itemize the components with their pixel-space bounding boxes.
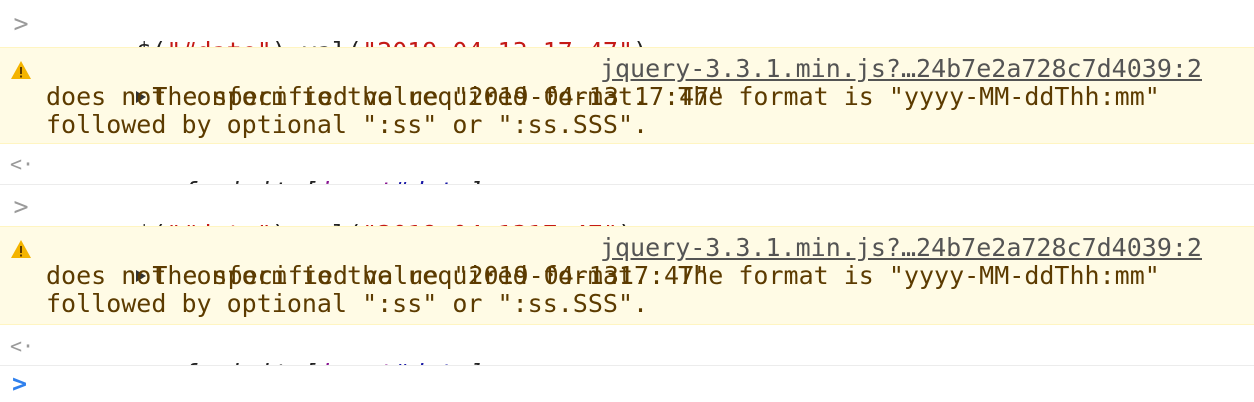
- console-prompt-row[interactable]: >: [0, 366, 1254, 402]
- return-arrow-icon: <·: [10, 334, 35, 358]
- warning-message-line2: does not conform to the required format.…: [46, 261, 1160, 290]
- source-link[interactable]: jquery-3.3.1.min.js?…24b7e2a728c7d4039:2: [600, 55, 1202, 83]
- console-warning-row: The specified value "2019-04-1317:47" jq…: [0, 227, 1254, 325]
- warning-message-line3: followed by optional ":ss" or ":ss.SSS".: [46, 289, 649, 318]
- warning-message-line3: followed by optional ":ss" or ":ss.SSS".: [46, 110, 649, 139]
- return-arrow-icon: <·: [10, 152, 35, 176]
- warning-triangle-icon: [11, 61, 31, 79]
- prompt-caret-icon: >: [12, 369, 28, 398]
- console-panel: > $("#date").val("2019-04-13 17:47") The…: [0, 0, 1254, 402]
- console-input-row: > $("#date").val("2019-04-1317:47"): [0, 185, 1254, 249]
- console-warning-row: The specified value "2019-04-13 17:47" j…: [0, 48, 1254, 144]
- warning-triangle-icon: [11, 240, 31, 258]
- source-link[interactable]: jquery-3.3.1.min.js?…24b7e2a728c7d4039:2: [600, 234, 1202, 262]
- console-input-row: > $("#date").val("2019-04-13 17:47"): [0, 0, 1254, 66]
- console-prompt-input[interactable]: [46, 370, 1226, 398]
- chevron-right-icon: >: [13, 9, 29, 38]
- console-output-row: <· w.fn.init [input#date]: [0, 144, 1254, 206]
- console-output-row: <· w.fn.init [input#date]: [0, 325, 1254, 388]
- warning-message-line2: does not conform to the required format.…: [46, 82, 1160, 111]
- chevron-right-icon: >: [13, 192, 29, 221]
